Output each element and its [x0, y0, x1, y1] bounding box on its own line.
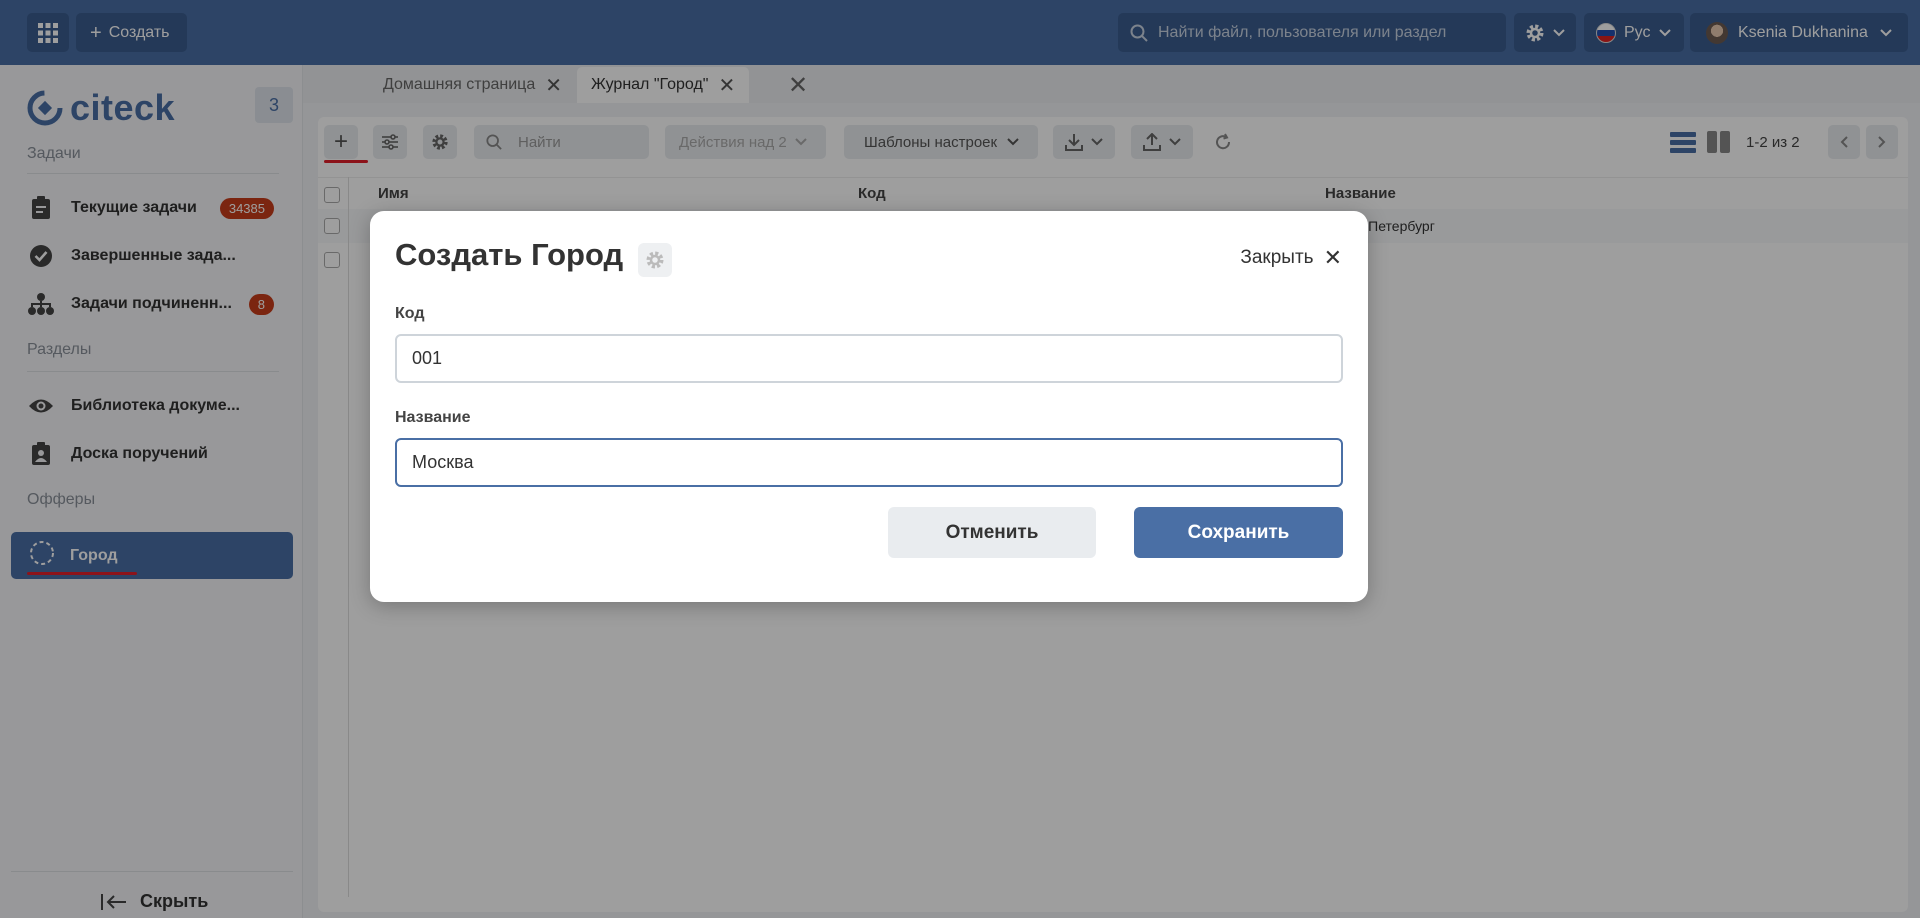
save-button[interactable]: Сохранить — [1134, 507, 1343, 558]
close-icon: ✕ — [1323, 245, 1342, 270]
gear-icon — [646, 251, 664, 269]
name-field-label: Название — [395, 409, 471, 426]
code-input[interactable] — [395, 334, 1343, 383]
close-label: Закрыть — [1240, 247, 1314, 268]
name-input[interactable] — [395, 438, 1343, 487]
code-field-label: Код — [395, 305, 425, 322]
cancel-button[interactable]: Отменить — [888, 507, 1096, 558]
form-settings-button[interactable] — [638, 243, 672, 277]
modal-title: Создать Город — [395, 237, 624, 272]
close-modal-button[interactable]: Закрыть ✕ — [1240, 245, 1342, 271]
create-city-modal: Создать Город Закрыть ✕ Код Название Отм… — [370, 211, 1368, 602]
